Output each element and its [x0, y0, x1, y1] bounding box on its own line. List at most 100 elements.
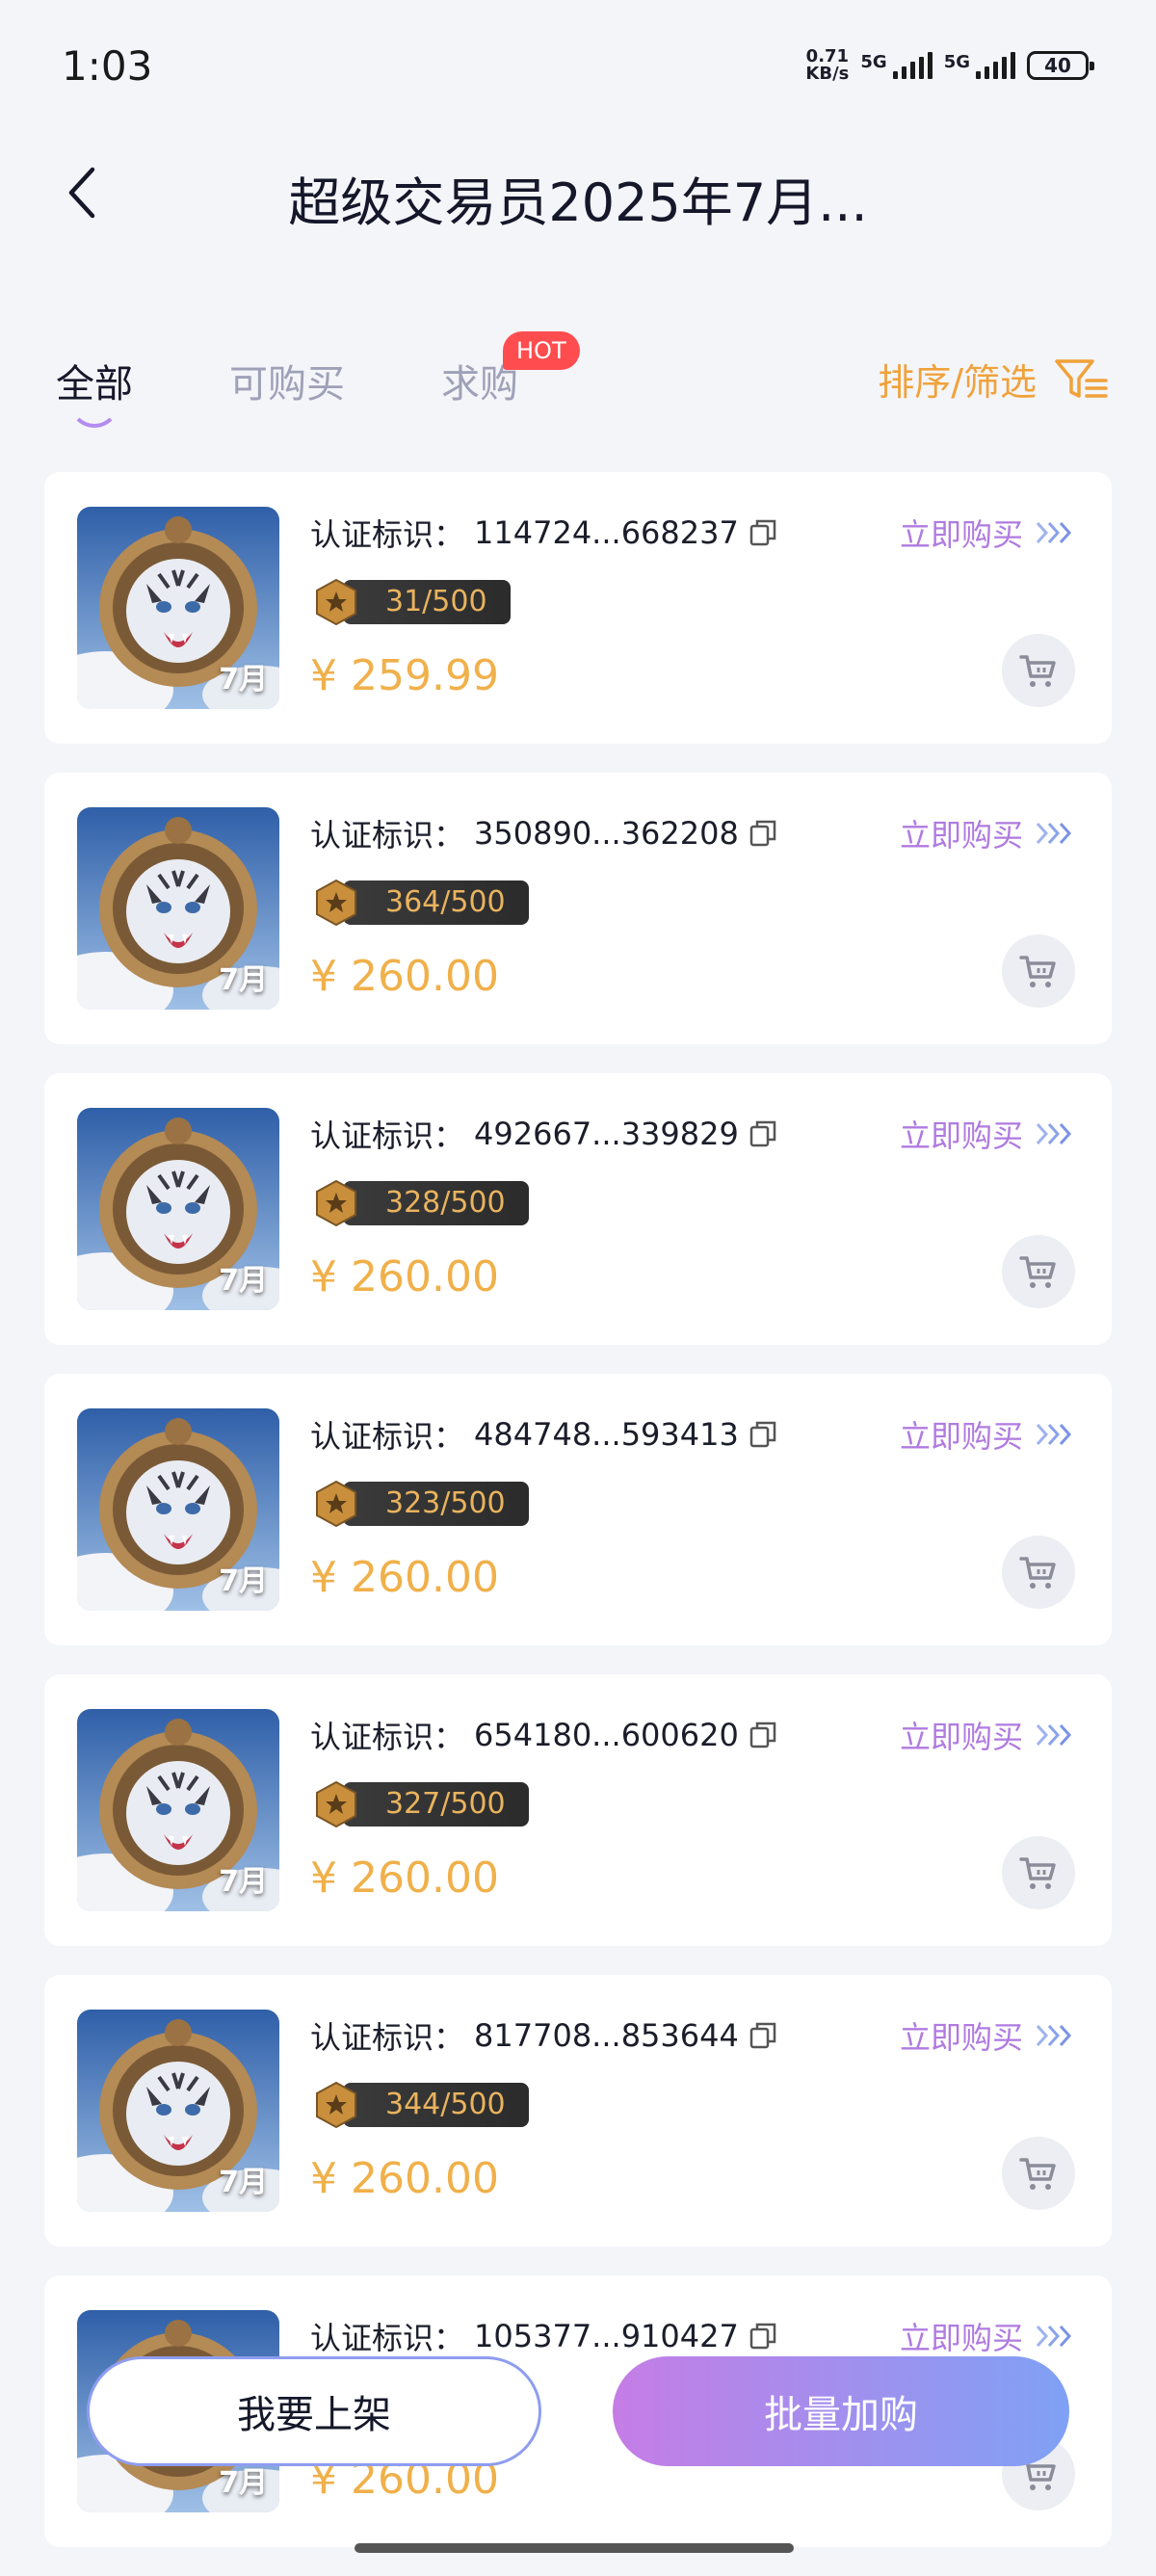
- triple-chevron-right-icon: [1036, 1423, 1072, 1446]
- image-month-label: 7月: [219, 1264, 268, 1298]
- edition-number: 323/500: [343, 1482, 529, 1526]
- item-image[interactable]: 7月: [77, 807, 279, 1010]
- triple-chevron-right-icon: [1036, 1122, 1072, 1145]
- image-month-label: 7月: [219, 2166, 268, 2199]
- copy-icon[interactable]: [749, 518, 777, 547]
- cert-id: 114724...668237: [474, 514, 739, 551]
- signal-sim1-icon: 5G: [860, 52, 933, 79]
- filter-icon: [1055, 358, 1108, 398]
- triple-chevron-right-icon: [1036, 822, 1072, 845]
- copy-icon[interactable]: [749, 1119, 777, 1148]
- buy-now-button[interactable]: 立即购买: [900, 511, 1075, 555]
- sort-filter-label: 排序/筛选: [878, 361, 1037, 404]
- item-card[interactable]: 7月 认证标识： 484748...593413 323/500 ¥ 260.00…: [44, 1374, 1112, 1645]
- image-month-label: 7月: [219, 1564, 268, 1598]
- copy-icon[interactable]: [749, 819, 777, 848]
- copy-icon[interactable]: [749, 1721, 777, 1749]
- tab-active-indicator: [69, 407, 119, 432]
- hot-badge: HOT: [503, 331, 580, 370]
- edition-number: 364/500: [343, 881, 529, 925]
- buy-now-label: 立即购买: [899, 2320, 1023, 2356]
- cart-icon: [1019, 1557, 1056, 1589]
- cert-id-row: 认证标识： 114724...668237: [310, 511, 777, 555]
- cert-id-row: 认证标识： 105377...910427: [310, 2314, 777, 2358]
- cert-label: 认证标识：: [310, 1418, 465, 1455]
- cert-id-row: 认证标识： 654180...600620: [310, 1713, 777, 1757]
- edition-badge: 344/500: [312, 2081, 529, 2129]
- buy-now-label: 立即购买: [899, 2019, 1023, 2056]
- cert-id-row: 认证标识： 817708...853644: [310, 2013, 777, 2058]
- item-image[interactable]: 7月: [77, 2010, 279, 2212]
- tab-available[interactable]: 可购买: [229, 353, 345, 408]
- buy-now-label: 立即购买: [899, 1418, 1023, 1455]
- add-to-cart-button[interactable]: [1002, 1836, 1075, 1909]
- header: 超级交易员2025年7月...: [0, 145, 1156, 241]
- edition-number: 344/500: [343, 2083, 529, 2127]
- add-to-cart-button[interactable]: [1002, 1536, 1075, 1609]
- cert-id: 492667...339829: [474, 1116, 739, 1152]
- signal-sim2-icon: 5G: [944, 52, 1015, 79]
- image-month-label: 7月: [219, 1865, 268, 1899]
- edition-number: 327/500: [343, 1782, 529, 1827]
- network-speed: 0.71 KB/s: [805, 46, 850, 84]
- cert-label: 认证标识：: [310, 516, 465, 553]
- item-image[interactable]: 7月: [77, 507, 279, 709]
- buy-now-button[interactable]: 立即购买: [900, 811, 1075, 855]
- star-badge-icon: [316, 578, 356, 626]
- list-for-sale-button[interactable]: 我要上架: [87, 2356, 541, 2466]
- add-to-cart-button[interactable]: [1002, 1235, 1075, 1308]
- home-indicator[interactable]: [355, 2543, 794, 2553]
- buy-now-button[interactable]: 立即购买: [900, 2013, 1075, 2058]
- copy-icon[interactable]: [749, 1420, 777, 1449]
- item-list: 7月 认证标识： 114724...668237 31/500 ¥ 259.99 …: [44, 472, 1112, 2576]
- add-to-cart-button[interactable]: [1002, 634, 1075, 707]
- cert-id-row: 认证标识： 492667...339829: [310, 1112, 777, 1156]
- bulk-add-to-cart-button[interactable]: 批量加购: [613, 2356, 1069, 2466]
- status-bar: 1:03 0.71 KB/s 5G 5G 40: [0, 0, 1156, 135]
- star-badge-icon: [316, 1480, 356, 1528]
- item-image[interactable]: 7月: [77, 1709, 279, 1911]
- item-card[interactable]: 7月 认证标识： 817708...853644 344/500 ¥ 260.00…: [44, 1975, 1112, 2247]
- item-card[interactable]: 7月 认证标识： 350890...362208 364/500 ¥ 260.00…: [44, 773, 1112, 1044]
- page-title: 超级交易员2025年7月...: [288, 172, 868, 233]
- buy-now-label: 立即购买: [899, 516, 1023, 553]
- buy-now-button[interactable]: 立即购买: [900, 1112, 1075, 1156]
- add-to-cart-button[interactable]: [1002, 2137, 1075, 2210]
- cert-id: 105377...910427: [474, 2318, 739, 2354]
- cart-icon: [1019, 1256, 1056, 1288]
- buy-now-label: 立即购买: [899, 817, 1023, 854]
- buy-now-button[interactable]: 立即购买: [900, 2314, 1075, 2358]
- item-card[interactable]: 7月 认证标识： 492667...339829 328/500 ¥ 260.00…: [44, 1073, 1112, 1345]
- edition-badge: 31/500: [312, 578, 511, 626]
- cert-label: 认证标识：: [310, 1117, 465, 1154]
- copy-icon[interactable]: [749, 2021, 777, 2050]
- item-price: ¥ 260.00: [310, 1853, 499, 1903]
- add-to-cart-button[interactable]: [1002, 934, 1075, 1008]
- buy-now-button[interactable]: 立即购买: [900, 1412, 1075, 1457]
- item-price: ¥ 260.00: [310, 2154, 499, 2203]
- star-badge-icon: [316, 1179, 356, 1227]
- item-price: ¥ 260.00: [310, 952, 499, 1001]
- sort-filter-button[interactable]: 排序/筛选: [878, 353, 1110, 406]
- image-month-label: 7月: [219, 663, 268, 697]
- star-badge-icon: [316, 879, 356, 927]
- item-image[interactable]: 7月: [77, 1408, 279, 1611]
- cart-icon: [1019, 655, 1056, 687]
- cert-id: 817708...853644: [474, 2017, 739, 2054]
- edition-badge: 327/500: [312, 1780, 529, 1828]
- item-price: ¥ 260.00: [310, 1553, 499, 1602]
- triple-chevron-right-icon: [1036, 2325, 1072, 2348]
- triple-chevron-right-icon: [1036, 1723, 1072, 1747]
- triple-chevron-right-icon: [1036, 2024, 1072, 2047]
- copy-icon[interactable]: [749, 2322, 777, 2351]
- edition-number: 31/500: [343, 580, 511, 624]
- buy-now-button[interactable]: 立即购买: [900, 1713, 1075, 1757]
- status-icons: 0.71 KB/s 5G 5G 40: [805, 46, 1094, 84]
- tab-all[interactable]: 全部: [56, 353, 133, 408]
- item-card[interactable]: 7月 认证标识： 654180...600620 327/500 ¥ 260.00…: [44, 1674, 1112, 1946]
- item-image[interactable]: 7月: [77, 1108, 279, 1310]
- image-month-label: 7月: [219, 963, 268, 997]
- status-time: 1:03: [62, 42, 153, 90]
- cart-icon: [1019, 2158, 1056, 2190]
- item-card[interactable]: 7月 认证标识： 114724...668237 31/500 ¥ 259.99 …: [44, 472, 1112, 744]
